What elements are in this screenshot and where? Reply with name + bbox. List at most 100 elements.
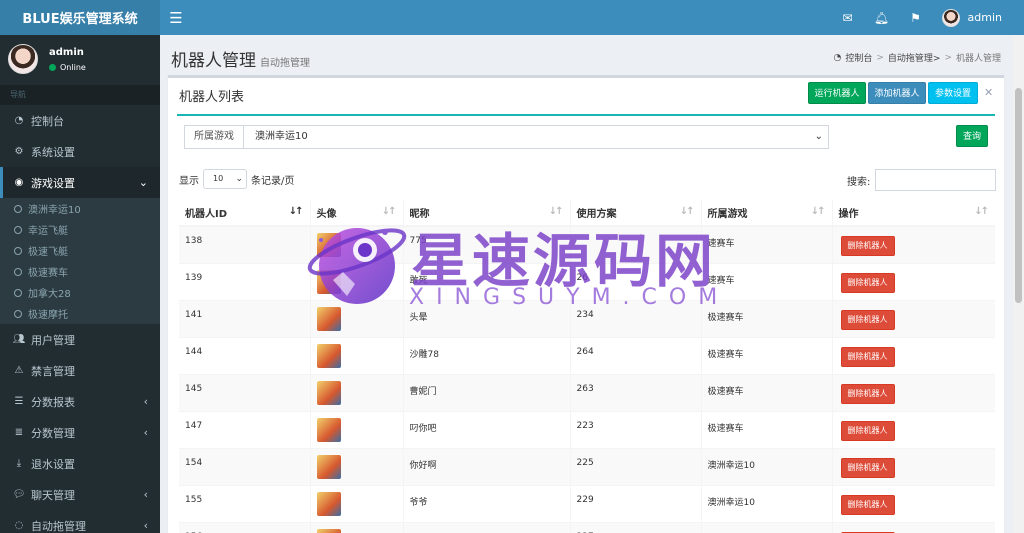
sidebar-item-score-report[interactable]: ☰ 分数报表 ‹ — [0, 386, 160, 417]
sidebar-item-auto-bot[interactable]: ◌ 自动拖管理 ‹ — [0, 510, 160, 533]
submenu-item[interactable]: 极速飞艇 — [0, 240, 160, 261]
users-icon: 👥︎ — [12, 334, 26, 345]
search-input[interactable] — [875, 169, 997, 191]
avatar — [316, 417, 341, 442]
flag-icon[interactable]: ⚑ — [908, 10, 924, 26]
sidebar-item-score-manage[interactable]: ≣ 分数管理 ‹ — [0, 417, 160, 448]
cell-nickname: 775 — [402, 225, 570, 263]
game-filter: 所属游戏 澳洲幸运10 ⌄ — [184, 125, 829, 149]
cell-plan: 225 — [569, 447, 701, 485]
sidebar-item-chat[interactable]: 💬︎ 聊天管理 ‹ — [0, 479, 160, 510]
close-icon[interactable]: ✕ — [984, 86, 993, 99]
divider — [177, 114, 995, 116]
add-robot-button[interactable]: 添加机器人 — [868, 82, 926, 104]
comment-icon: ◌ — [14, 520, 24, 531]
avatar — [941, 8, 960, 27]
cell-actions: 删除机器人 — [831, 484, 995, 522]
app-logo[interactable]: BLUE娱乐管理系统 — [0, 0, 160, 35]
column-header-avatar[interactable]: 头像 ↓↑ — [309, 200, 403, 227]
page-length-select[interactable]: 10 ⌄ — [203, 169, 247, 189]
column-header-actions[interactable]: 操作 ↓↑ — [831, 200, 995, 227]
delete-robot-button[interactable]: 删除机器人 — [840, 236, 895, 256]
sort-icon: ↓↑ — [548, 206, 564, 217]
submenu-item[interactable]: 加拿大28 — [0, 282, 160, 303]
breadcrumb-current: 机器人管理 — [955, 54, 1001, 64]
sidebar-item-dashboard[interactable]: ◔ 控制台 — [0, 105, 160, 136]
cell-actions: 删除机器人 — [831, 299, 995, 337]
envelope-icon[interactable]: ✉ — [840, 10, 856, 26]
delete-robot-button[interactable]: 删除机器人 — [840, 272, 895, 293]
avatar — [316, 233, 341, 257]
delete-robot-button[interactable]: 删除机器人 — [840, 457, 895, 478]
cell-nickname: 阿萨德口号 — [402, 521, 570, 533]
sidebar-user-name: admin — [49, 46, 84, 58]
submenu-item[interactable]: 幸运飞艇 — [0, 219, 160, 240]
cell-actions: 删除机器人 — [831, 225, 995, 263]
download-icon: ⤓ — [16, 458, 22, 469]
cell-nickname: 爷爷 — [402, 484, 570, 522]
submenu-item[interactable]: 澳洲幸运10 — [0, 198, 160, 219]
cell-game: 澳洲幸运10 — [700, 447, 832, 485]
sort-icon: ↓↑ — [974, 206, 989, 217]
page-scrollbar[interactable] — [1013, 35, 1024, 533]
submenu-item[interactable]: 极速摩托 — [0, 303, 160, 324]
user-panel: admin Online — [0, 35, 160, 83]
column-header-game[interactable]: 所属游戏 ↓↑ — [700, 200, 832, 227]
cell-actions: 删除机器人 — [831, 373, 995, 411]
delete-robot-button[interactable]: 删除机器人 — [840, 309, 895, 330]
cell-id: 141 — [179, 299, 310, 337]
bars-icon[interactable]: ☰ — [160, 9, 192, 27]
avatar — [316, 380, 341, 405]
cell-game: 极速赛车 — [700, 373, 832, 411]
cell-avatar — [309, 410, 403, 448]
breadcrumb-item[interactable]: 自动拖管理> — [888, 51, 941, 64]
cell-plan: 229 — [569, 484, 701, 522]
delete-robot-button[interactable]: 删除机器人 — [840, 494, 895, 515]
table-row: 154 你好啊 225 澳洲幸运10 删除机器人 — [179, 447, 995, 485]
cell-game: 速赛车 — [700, 262, 832, 300]
cell-plan: 227 — [569, 521, 701, 533]
cell-plan: 26 — [569, 262, 701, 300]
sidebar-item-system-settings[interactable]: ⚙ 系统设置 — [0, 136, 160, 167]
sidebar-item-users[interactable]: 👥︎ 用户管理 — [0, 324, 160, 355]
cell-actions: 删除机器人 — [831, 336, 995, 374]
column-header-plan[interactable]: 使用方案 ↓↑ — [569, 200, 701, 227]
cell-actions: 删除机器人 — [831, 521, 995, 533]
column-header-nickname[interactable]: 昵称 ↓↑ — [402, 200, 570, 227]
sidebar-item-game-settings[interactable]: ◉ 游戏设置 ⌄ — [0, 167, 160, 198]
scrollbar-thumb[interactable] — [1015, 88, 1022, 303]
cell-game: 澳洲幸运10 — [700, 484, 832, 522]
delete-robot-button[interactable]: 删除机器人 — [840, 346, 895, 367]
robot-table: 机器人ID ↓↑ 头像 ↓↑ 昵称 ↓↑ 使用方案 ↓↑ 所属游戏 ↓↑ 操作 ↓↑ 138… — [179, 200, 995, 533]
sidebar-item-mute[interactable]: ⚠ 禁言管理 — [0, 355, 160, 386]
list-icon: ☰ — [14, 396, 24, 407]
breadcrumb-item[interactable]: 控制台 — [845, 51, 872, 64]
cell-avatar — [309, 299, 403, 337]
box-title: 机器人列表 — [179, 90, 245, 105]
submenu-item[interactable]: 极速赛车 — [0, 261, 160, 282]
query-button[interactable]: 查询 — [956, 125, 988, 147]
dashboard-icon: ◔ — [14, 115, 24, 126]
cell-id: 156 — [179, 521, 310, 533]
avatar — [8, 44, 38, 74]
delete-robot-button[interactable]: 删除机器人 — [840, 383, 895, 404]
sidebar-item-rebate[interactable]: ⤓ 退水设置 — [0, 448, 160, 479]
user-menu[interactable]: admin — [941, 8, 1002, 27]
breadcrumb: ◔ 控制台 > 自动拖管理> > 机器人管理 — [833, 51, 1001, 65]
cell-actions: 删除机器人 — [831, 262, 995, 300]
sidebar: admin Online 导航 ◔ 控制台 ⚙ 系统设置 ◉ 游戏设置 ⌄ 澳洲幸运10… — [0, 35, 160, 533]
cell-nickname: 曹妮门 — [402, 373, 570, 411]
delete-robot-button[interactable]: 删除机器人 — [840, 420, 895, 441]
cogs-icon: ⚙ — [14, 146, 24, 157]
cell-id: 155 — [179, 484, 310, 522]
table-row: 138 775 速赛车 删除机器人 — [179, 225, 995, 263]
cell-actions: 删除机器人 — [831, 410, 995, 448]
bell-icon[interactable]: 🔔︎ — [874, 10, 890, 26]
chevron-left-icon: ‹ — [143, 488, 148, 501]
cell-avatar — [309, 447, 403, 485]
chevron-left-icon: ‹ — [143, 395, 148, 408]
run-robots-button[interactable]: 运行机器人 — [808, 82, 866, 104]
column-header-id[interactable]: 机器人ID ↓↑ — [179, 200, 310, 227]
game-select[interactable]: 澳洲幸运10 ⌄ — [244, 126, 828, 148]
parameter-settings-button[interactable]: 参数设置 — [928, 82, 978, 104]
